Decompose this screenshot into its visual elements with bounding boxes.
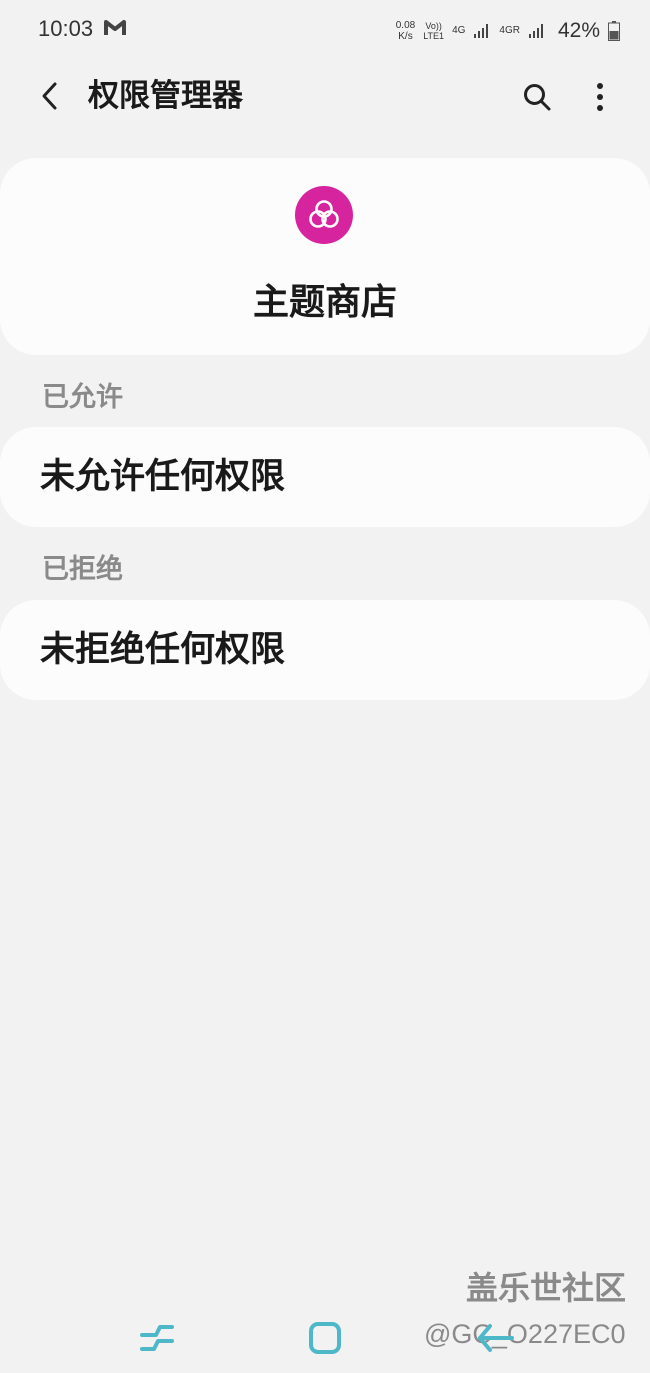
back-button[interactable]	[30, 76, 70, 116]
no-allowed-permissions-text: 未允许任何权限	[40, 456, 286, 497]
battery-icon	[608, 21, 620, 41]
section-header-denied: 已拒绝	[42, 554, 123, 585]
back-nav-icon[interactable]	[476, 1320, 516, 1356]
theme-store-icon[interactable]	[295, 186, 353, 244]
more-vertical-icon	[597, 83, 603, 111]
app-name: 主题商店	[252, 281, 397, 323]
page-title: 权限管理器	[88, 78, 243, 114]
gmail-notification-icon	[104, 20, 126, 35]
search-icon	[524, 84, 551, 111]
network-type-1: 4G	[452, 25, 466, 36]
more-options-button[interactable]	[580, 76, 620, 118]
recents-icon[interactable]	[138, 1320, 176, 1356]
status-bar: 10:03 0.08 K/s Vo)) LTE1 4G 4GR 42%	[0, 0, 650, 62]
volte-top: Vo))	[425, 21, 442, 31]
network-type-2: 4GR	[499, 25, 520, 36]
no-denied-permissions-text: 未拒绝任何权限	[40, 629, 286, 670]
search-button[interactable]	[516, 76, 558, 118]
app-info-card: 主题商店	[0, 158, 650, 355]
home-icon[interactable]	[308, 1321, 342, 1355]
status-time: 10:03	[38, 16, 94, 41]
app-bar: 权限管理器	[0, 62, 650, 134]
denied-permissions-card: 未拒绝任何权限	[0, 600, 650, 700]
watermark-title: 盖乐世社区	[466, 1269, 627, 1307]
network-speed-unit: K/s	[398, 31, 413, 42]
section-header-allowed: 已允许	[42, 382, 123, 413]
volte-indicator: Vo)) LTE1	[423, 21, 444, 41]
status-icons: 0.08 K/s Vo)) LTE1 4G 4GR 42%	[396, 16, 620, 46]
allowed-permissions-card: 未允许任何权限	[0, 427, 650, 527]
network-speed: 0.08 K/s	[396, 20, 415, 42]
chevron-left-icon	[42, 82, 57, 110]
signal-strength-icon	[474, 24, 489, 38]
watermark-handle: @GC_O227EC0	[424, 1319, 626, 1349]
volte-bottom: LTE1	[423, 31, 445, 41]
battery-percentage: 42%	[557, 19, 600, 42]
signal-strength-icon	[528, 24, 543, 38]
network-speed-value: 0.08	[395, 20, 416, 31]
